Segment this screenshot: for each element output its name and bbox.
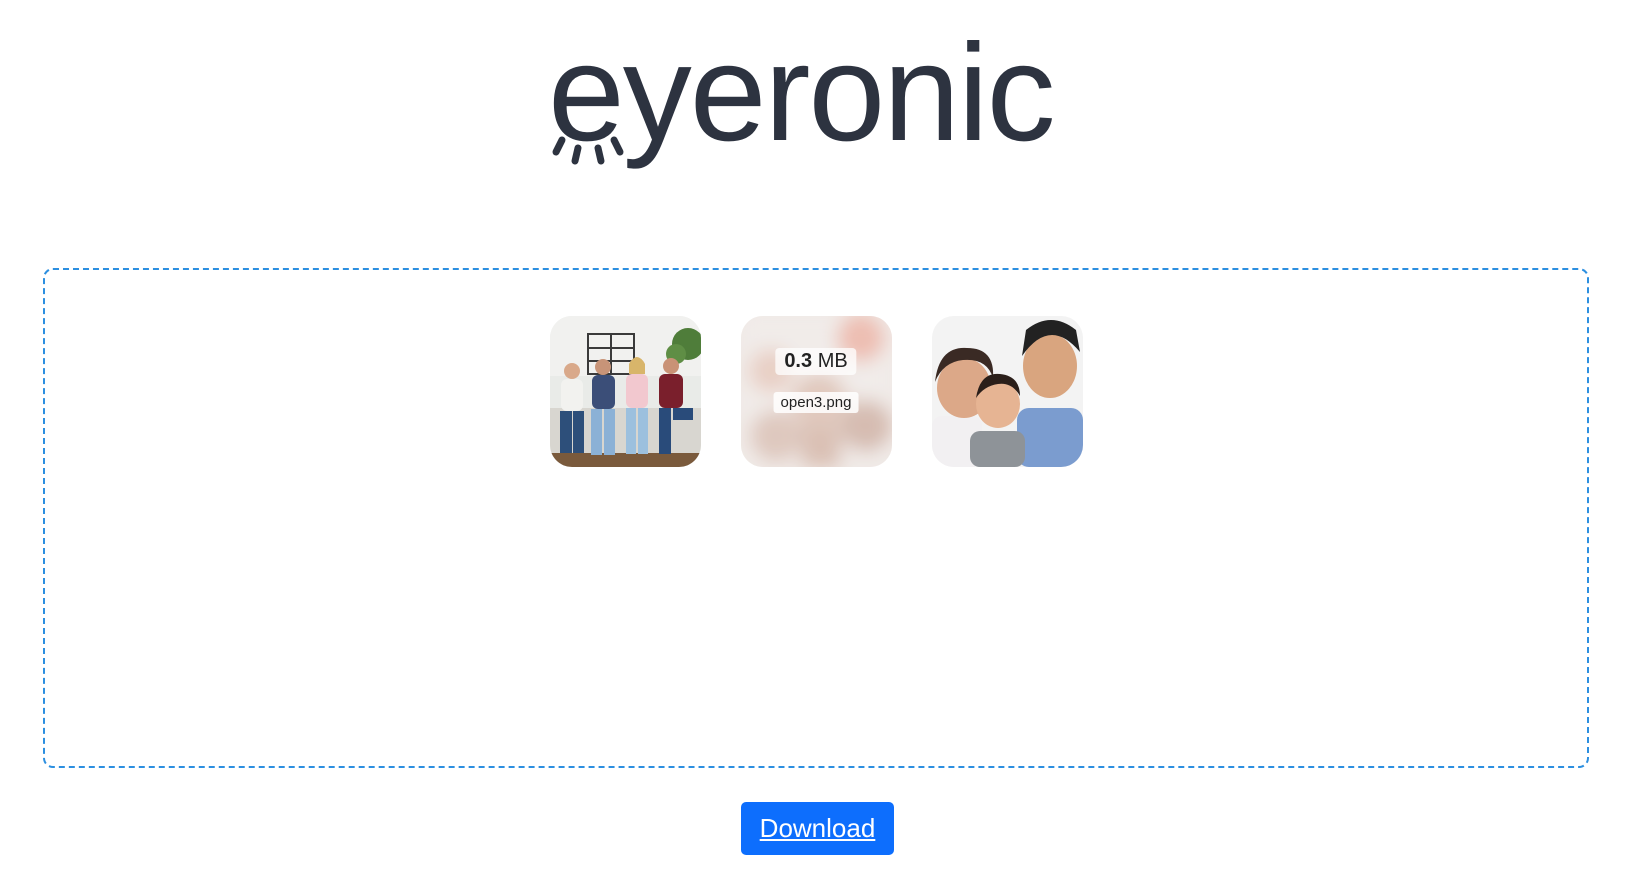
image-thumbnail-selected[interactable]: 0.3 MB open3.png bbox=[740, 316, 892, 467]
photo-friends-on-sofa bbox=[549, 316, 701, 467]
file-size-unit: MB bbox=[817, 350, 848, 372]
file-size-badge: 0.3 MB bbox=[775, 348, 857, 375]
image-thumbnail[interactable] bbox=[549, 316, 701, 467]
file-dropzone[interactable]: 0.3 MB open3.png bbox=[43, 268, 1589, 768]
page: eyeronic 0.3 MB open3.png Download bbox=[0, 0, 1636, 884]
file-name-badge: open3.png bbox=[773, 392, 859, 413]
thumbnail-list: 0.3 MB open3.png bbox=[45, 316, 1587, 467]
photo-grandparents-with-child bbox=[931, 316, 1083, 467]
download-button[interactable]: Download bbox=[741, 802, 894, 855]
image-thumbnail[interactable] bbox=[931, 316, 1083, 467]
logo-wordmark: eyeronic bbox=[548, 30, 1054, 170]
file-size-value: 0.3 bbox=[784, 350, 813, 372]
eyeronic-logo: eyeronic bbox=[548, 30, 1088, 180]
